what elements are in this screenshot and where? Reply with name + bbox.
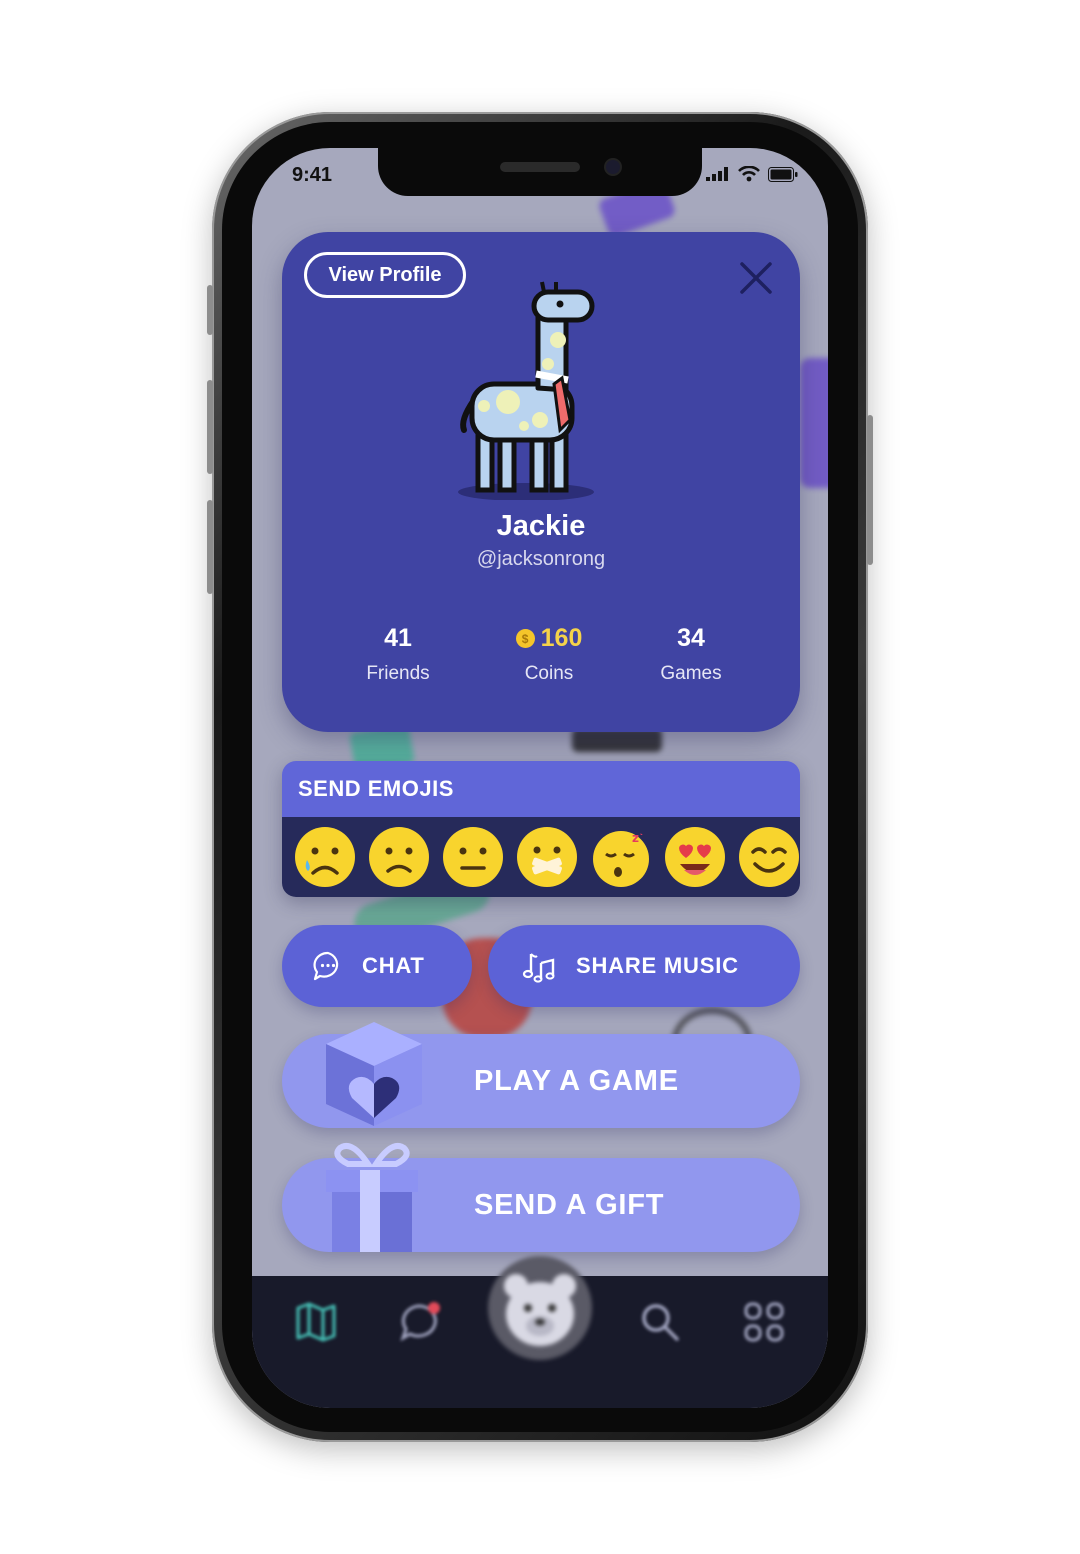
status-time: 9:41 (292, 164, 333, 186)
game-box-icon (326, 1022, 422, 1126)
tab-bar (252, 1256, 828, 1408)
giraffe-avatar (458, 281, 595, 500)
notch (378, 148, 702, 196)
stat-coins[interactable]: $ 160 Coins (489, 624, 609, 685)
profile-card: View Profile Jackie @jacksonrong 41 Frie… (282, 232, 800, 732)
stat-label: Friends (366, 663, 430, 684)
power-button (867, 415, 873, 565)
messages-icon[interactable] (398, 1300, 442, 1344)
bear-face-icon (504, 1274, 576, 1346)
stat-label: Coins (524, 663, 574, 684)
play-game-label: PLAY A GAME (474, 1064, 679, 1097)
speaker (500, 162, 580, 172)
battery-icon (768, 166, 798, 182)
user-name: Jackie (496, 510, 586, 542)
send-emojis-title: SEND EMOJIS (282, 761, 800, 817)
screen: 9:41 View Profile Jackie @jacksonrong 41… (252, 148, 828, 1408)
chat-bubble-icon (313, 951, 339, 981)
user-handle: @jacksonrong (476, 548, 606, 570)
volume-down-button (207, 500, 213, 594)
emoji-row: z z (282, 817, 800, 897)
chat-label: CHAT (362, 953, 425, 978)
stat-friends[interactable]: 41 Friends (338, 624, 458, 685)
bear-avatar[interactable] (488, 1256, 592, 1360)
chat-button[interactable]: CHAT (282, 925, 472, 1007)
send-gift-label: SEND A GIFT (474, 1188, 665, 1221)
search-icon[interactable] (638, 1300, 682, 1344)
frowning-face-icon[interactable] (368, 826, 430, 888)
stat-label: Games (660, 663, 722, 684)
front-camera (606, 160, 620, 174)
play-game-button[interactable]: PLAY A GAME (282, 1022, 800, 1128)
neutral-face-icon[interactable] (442, 826, 504, 888)
volume-up-button (207, 380, 213, 474)
send-gift-button[interactable]: SEND A GIFT (282, 1143, 800, 1252)
close-icon[interactable] (736, 258, 776, 298)
stat-value: 41 (384, 624, 412, 652)
wifi-icon (738, 166, 760, 182)
stat-games[interactable]: 34 Games (631, 624, 751, 685)
apps-icon[interactable] (742, 1300, 786, 1344)
mute-switch (207, 285, 213, 335)
send-emojis-panel: SEND EMOJIS z z (282, 761, 800, 897)
svg-text:z: z (640, 826, 648, 839)
svg-text:z: z (632, 831, 639, 845)
gift-box-icon (326, 1143, 418, 1252)
share-music-button[interactable]: SHARE MUSIC (488, 925, 800, 1007)
map-icon[interactable] (294, 1300, 338, 1344)
sleeping-face-icon[interactable]: z z (590, 826, 652, 888)
view-profile-button[interactable]: View Profile (304, 252, 466, 298)
status-icons (706, 166, 798, 182)
mouth-taped-face-icon[interactable] (516, 826, 578, 888)
background-shape (800, 358, 828, 488)
smiling-face-icon[interactable] (738, 826, 800, 888)
share-music-label: SHARE MUSIC (576, 953, 739, 978)
signal-icon (706, 167, 728, 181)
music-note-icon (522, 953, 555, 983)
stat-value: 34 (677, 624, 705, 652)
stat-value: 160 (540, 624, 583, 652)
crying-face-icon[interactable] (294, 826, 356, 888)
heart-eyes-face-icon[interactable] (664, 826, 726, 888)
coin-icon: $ (515, 629, 535, 648)
